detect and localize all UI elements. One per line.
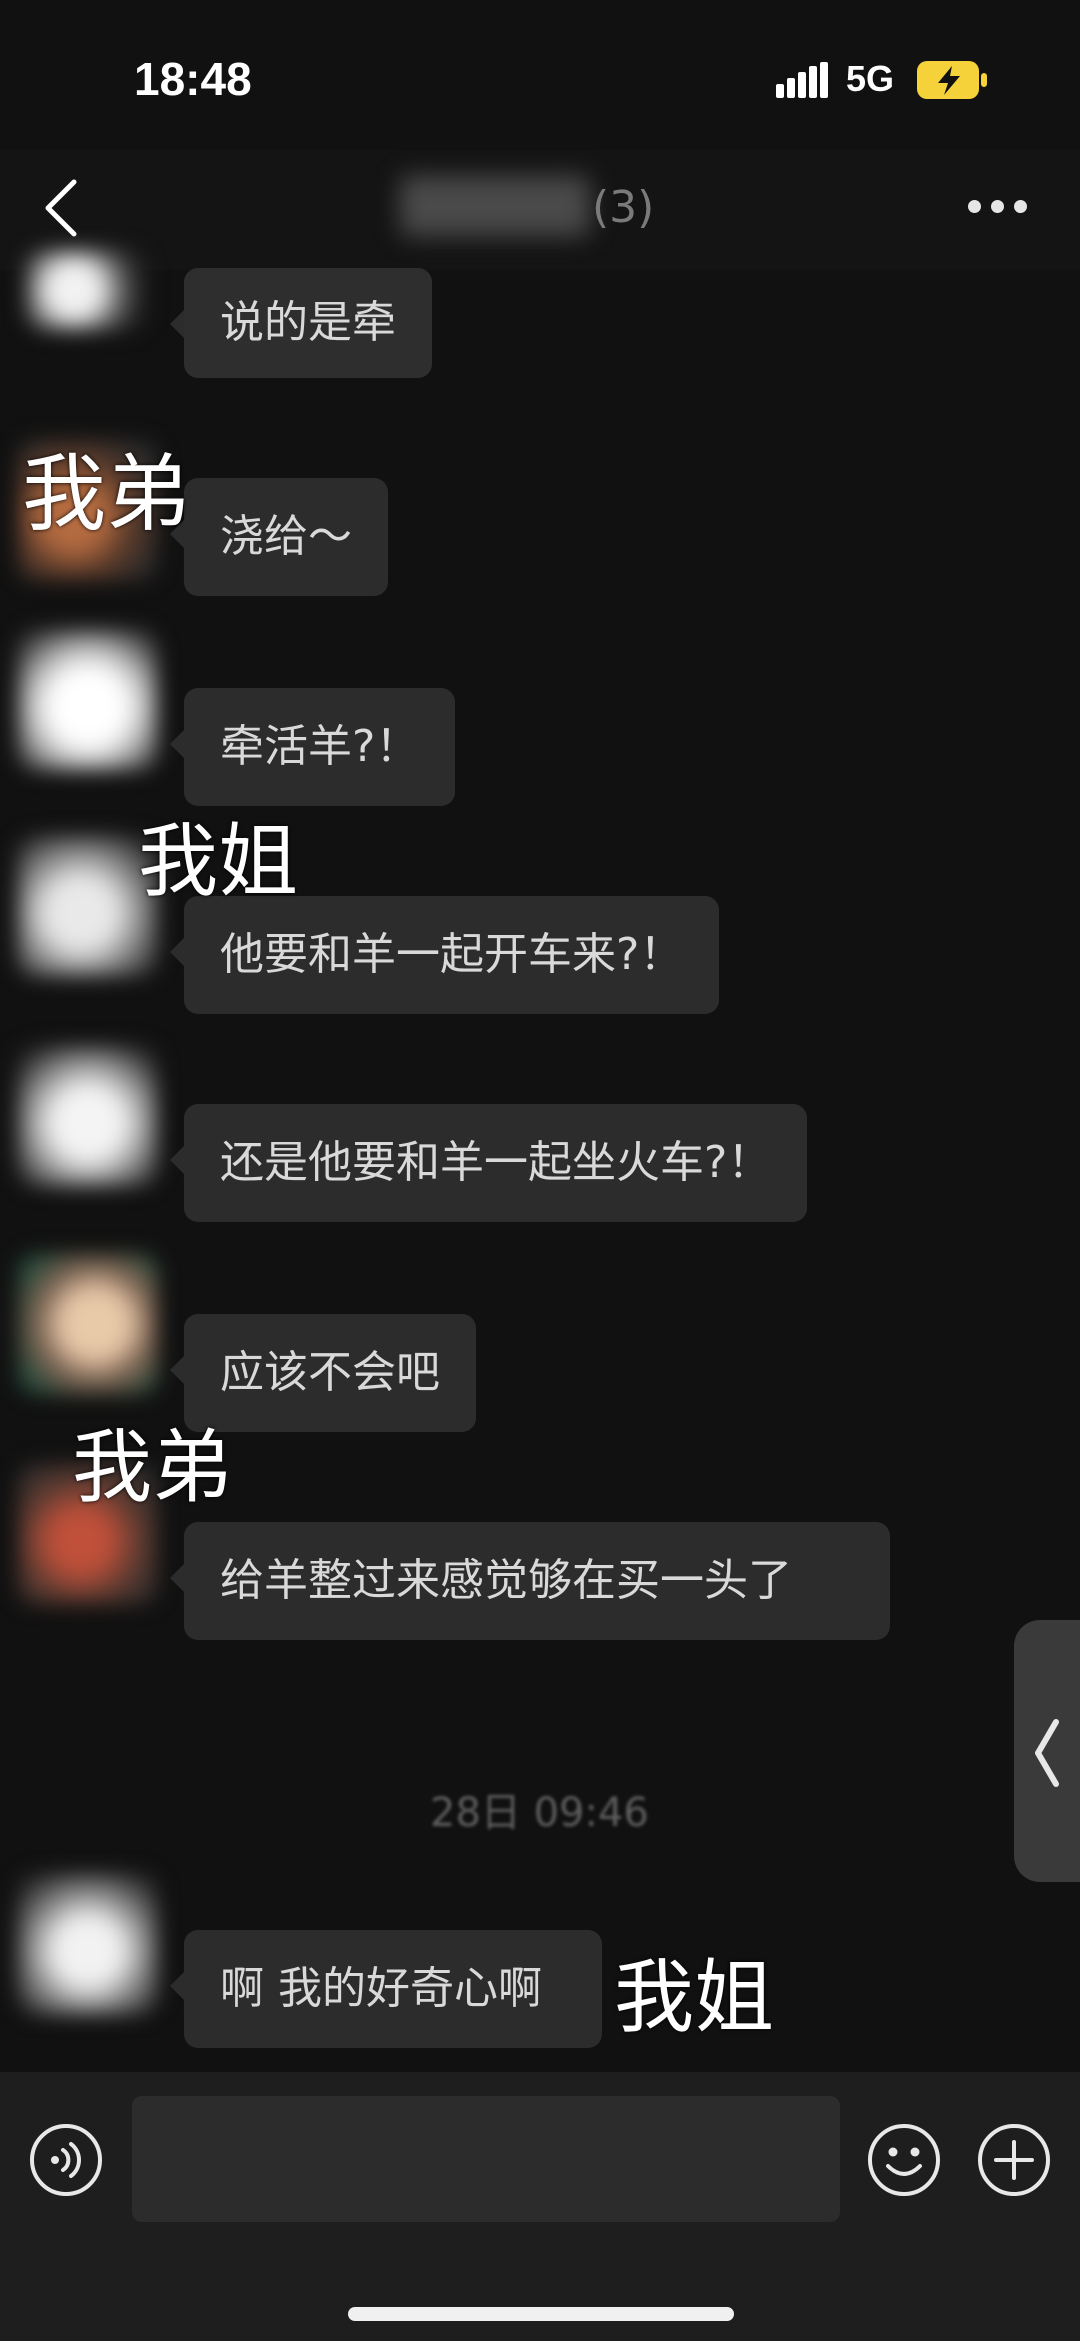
sender-name [180,1256,190,1291]
message-text: 牵活羊?！ [220,721,420,772]
sender-name [180,632,190,667]
message-text: 啊 我的好奇心啊 [220,1963,542,2014]
annotation-label: 我弟 [22,445,191,543]
message-bubble[interactable]: 应该不会吧 [170,1314,476,1432]
message-bubble[interactable]: 浇给～ [170,478,388,596]
avatar[interactable] [18,1254,158,1394]
chevron-left-icon [1035,1719,1059,1787]
voice-icon[interactable] [28,2122,104,2198]
message-input[interactable] [132,2096,840,2222]
annotation-label: 我姐 [614,1951,774,2044]
message-text: 浇给～ [220,511,352,562]
avatar[interactable] [18,836,158,976]
plus-icon[interactable] [976,2122,1052,2198]
avatar[interactable] [18,630,158,770]
avatar[interactable] [18,1046,158,1186]
message-text: 说的是牵 [220,297,396,348]
chat-title [400,176,590,236]
message-bubble[interactable]: 还是他要和羊一起坐火车?！ [169,1104,808,1222]
message-bubble[interactable]: 他要和羊一起开车来?！ [169,896,720,1014]
sender-name [180,1878,190,1913]
member-count: (3) [592,182,655,233]
more-dots-icon[interactable] [968,200,1028,216]
message-text: 应该不会吧 [220,1347,440,1398]
message-bubble[interactable]: 给羊整过来感觉够在买一头了 [170,1522,890,1640]
message-text: 给羊整过来感觉够在买一头了 [220,1555,792,1606]
message-bubble[interactable]: 牵活羊?！ [169,688,456,806]
home-indicator[interactable] [348,2307,734,2321]
network-type: 5G [846,58,895,99]
avatar[interactable] [26,250,146,330]
avatar[interactable] [18,1874,158,2014]
message-bubble[interactable]: 说的是牵 [170,268,432,378]
emoji-icon[interactable] [866,2122,942,2198]
battery-icon [917,61,987,99]
annotation-label: 我弟 [72,1421,232,1514]
status-time: 18:48 [134,53,252,105]
signal-icon [776,62,828,98]
back-icon[interactable] [40,176,80,240]
message-text: 他要和羊一起开车来?！ [220,929,684,980]
message-text: 还是他要和羊一起坐火车?！ [220,1137,772,1188]
message-bubble[interactable]: 啊 我的好奇心啊 [170,1930,602,2048]
timestamp: 28日 09:46 [430,1790,649,1836]
annotation-label: 我姐 [138,815,298,908]
side-drawer-handle[interactable] [1014,1620,1080,1882]
